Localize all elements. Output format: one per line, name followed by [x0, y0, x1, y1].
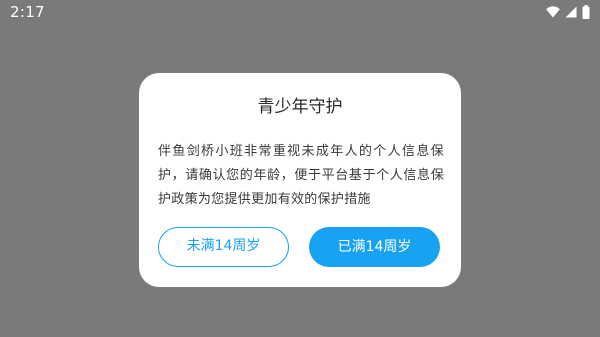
youth-protection-dialog: 青少年守护 伴鱼剑桥小班非常重视未成年人的个人信息保护，请确认您的年龄，便于平台…: [139, 73, 461, 287]
dialog-title: 青少年守护: [257, 97, 343, 117]
cellular-signal-icon: [565, 6, 577, 18]
battery-icon: [582, 5, 590, 19]
wifi-icon: [546, 6, 560, 18]
status-icons: [546, 5, 590, 19]
dialog-message: 伴鱼剑桥小班非常重视未成年人的个人信息保护，请确认您的年龄，便于平台基于个人信息…: [158, 144, 444, 207]
status-bar: 2:17: [0, 0, 600, 24]
status-time: 2:17: [10, 3, 45, 21]
over-14-button[interactable]: 已满14周岁: [309, 227, 440, 267]
under-14-button[interactable]: 未满14周岁: [158, 227, 289, 267]
